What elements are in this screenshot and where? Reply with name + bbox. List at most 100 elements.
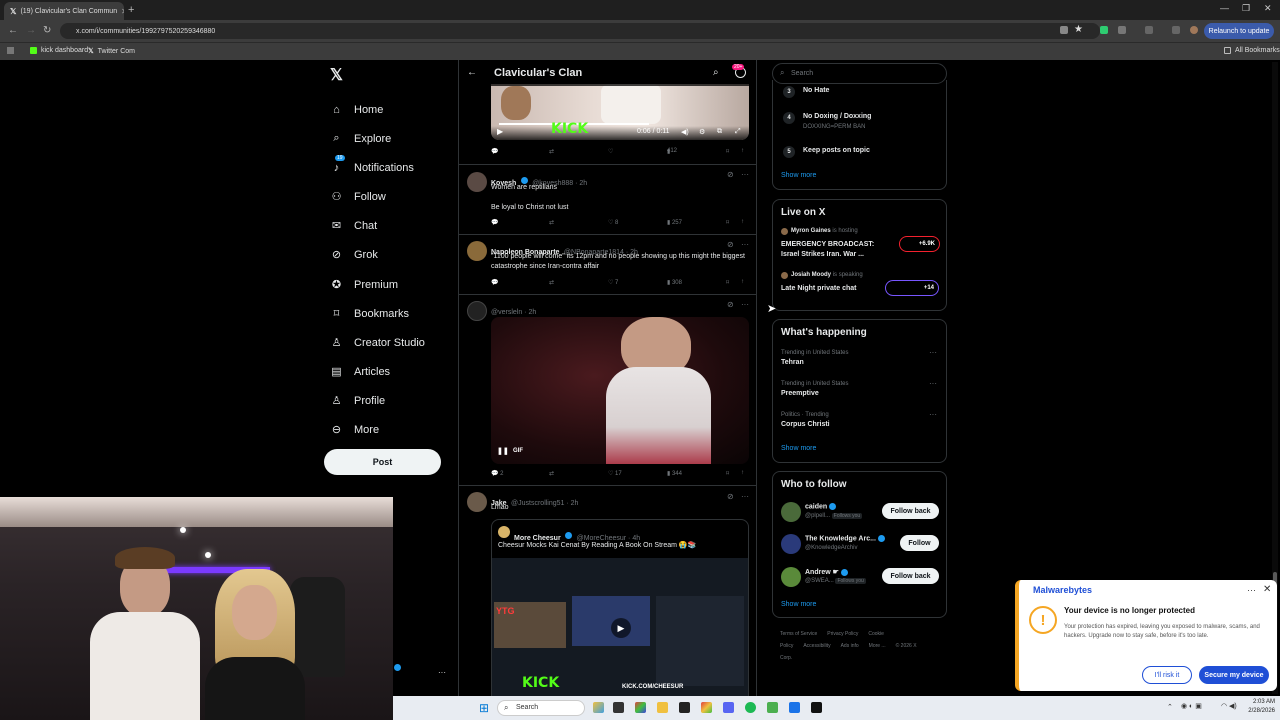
- browser-tab[interactable]: 𝕏 (19) Clavicular's Clan Commun ✕: [4, 2, 124, 20]
- tray-chevron-icon[interactable]: ⌃: [1167, 703, 1173, 711]
- views-count[interactable]: ▮ 308: [667, 279, 682, 286]
- post-button[interactable]: Post: [324, 449, 441, 475]
- more-icon[interactable]: ···: [929, 410, 937, 419]
- extensions-icon[interactable]: [1118, 26, 1126, 34]
- footer-link[interactable]: Accessibility: [803, 643, 830, 649]
- like-count[interactable]: ♡ 7: [608, 279, 618, 286]
- footer-link[interactable]: Terms of Service: [780, 631, 817, 637]
- follow-button[interactable]: Follow: [900, 535, 939, 551]
- quote-video[interactable]: YTG ▶ KICK KICK.COM/CHEESUR: [492, 558, 748, 696]
- reload-icon[interactable]: ↻: [43, 25, 51, 36]
- quote-tweet[interactable]: More Cheesur @MoreCheesur · 4h Cheesur M…: [491, 519, 749, 696]
- follow-button[interactable]: Follow back: [882, 568, 939, 584]
- sidebar-item-profile[interactable]: ♙ Profile: [330, 394, 386, 408]
- sidebar-item-explore[interactable]: ⌕ Explore: [330, 132, 391, 145]
- clock-date[interactable]: 2/28/2026: [1239, 708, 1275, 714]
- bookmark-icon[interactable]: ⌑: [726, 148, 729, 155]
- tray-icons[interactable]: ◉ ◐ ▣: [1181, 702, 1221, 712]
- more-icon[interactable]: ···: [741, 240, 749, 249]
- volume-icon[interactable]: ◀): [681, 128, 689, 136]
- show-more-link[interactable]: Show more: [781, 172, 816, 179]
- more-icon[interactable]: ···: [929, 379, 937, 388]
- share-icon[interactable]: ↑: [741, 279, 744, 285]
- sidebar-item-home[interactable]: ⌂ Home: [330, 103, 383, 116]
- tab-close-icon[interactable]: ✕: [121, 7, 124, 16]
- like-count[interactable]: ♡ 17: [608, 470, 622, 477]
- play-icon[interactable]: ▶: [497, 127, 503, 136]
- back-arrow-icon[interactable]: ←: [467, 67, 477, 78]
- more-icon[interactable]: ···: [1247, 585, 1256, 595]
- fullscreen-icon[interactable]: ⤢: [735, 128, 741, 136]
- repost-icon[interactable]: ⇄: [549, 279, 554, 286]
- share-icon[interactable]: ↑: [741, 470, 744, 476]
- reply-icon[interactable]: 💬: [491, 279, 498, 286]
- chrome-icon[interactable]: [701, 702, 712, 713]
- close-window-icon[interactable]: ✕: [1264, 3, 1272, 14]
- app-icon[interactable]: [789, 702, 800, 713]
- grok-icon[interactable]: ⊘: [727, 170, 734, 179]
- windows-start-icon[interactable]: ⊞: [479, 701, 489, 715]
- bookmark-twitter[interactable]: 𝕏 Twitter Com: [88, 47, 135, 56]
- wifi-icon[interactable]: ◠ ◀): [1221, 702, 1237, 710]
- like-icon[interactable]: ♡: [608, 148, 613, 155]
- taskview-icon[interactable]: [613, 702, 624, 713]
- footer-link[interactable]: Ads info: [841, 643, 859, 649]
- avatar[interactable]: [467, 241, 487, 261]
- url-bar[interactable]: x.com/i/communities/1992797520259346880: [60, 23, 1100, 39]
- sidebar-item-notifications[interactable]: ♪ Notifications 19: [330, 155, 414, 174]
- search-icon[interactable]: ⌕: [713, 67, 719, 78]
- reply-count[interactable]: 💬 2: [491, 470, 503, 477]
- secure-device-button[interactable]: Secure my device: [1199, 666, 1269, 684]
- views-count[interactable]: ▮ 344: [667, 470, 682, 477]
- play-icon[interactable]: ▶: [611, 618, 631, 638]
- bookmark-icon[interactable]: ⌑: [726, 470, 729, 477]
- settings-icon[interactable]: ⚙: [699, 128, 705, 136]
- gif-media[interactable]: ❚❚ GIF: [491, 317, 749, 464]
- sidebar-item-premium[interactable]: ✪ Premium: [330, 278, 398, 292]
- media-icon[interactable]: [1172, 26, 1180, 34]
- x-logo-icon[interactable]: 𝕏: [330, 65, 343, 85]
- pause-icon[interactable]: ❚❚: [497, 447, 509, 455]
- app-icon[interactable]: [767, 702, 778, 713]
- grok-icon[interactable]: ⊘: [727, 240, 734, 249]
- footer-link[interactable]: Privacy Policy: [827, 631, 858, 637]
- grok-icon[interactable]: ⊘: [727, 300, 734, 309]
- terminal-icon[interactable]: [811, 702, 822, 713]
- reply-icon[interactable]: 💬: [491, 219, 498, 226]
- clock-time[interactable]: 2:03 AM: [1239, 699, 1275, 705]
- sidepanel-icon[interactable]: [1145, 26, 1153, 34]
- obs-icon[interactable]: [679, 702, 690, 713]
- live-listeners[interactable]: +14: [885, 280, 939, 296]
- show-more-link[interactable]: Show more: [781, 445, 816, 452]
- avatar[interactable]: [467, 492, 487, 512]
- explorer-icon[interactable]: [657, 702, 668, 713]
- sidebar-item-chat[interactable]: ✉ Chat: [330, 219, 377, 233]
- video-player[interactable]: ▶ KICK 0:06 / 0:11 ◀) ⚙ ⧉ ⤢: [491, 84, 749, 140]
- widgets-icon[interactable]: [593, 702, 604, 713]
- bookmark-icon[interactable]: ⌑: [726, 219, 729, 226]
- repost-icon[interactable]: ⇄: [549, 219, 554, 226]
- sidebar-item-more[interactable]: ⊖ More: [330, 423, 379, 437]
- chrome-icon[interactable]: [635, 702, 646, 713]
- sidebar-item-articles[interactable]: ▤ Articles: [330, 365, 390, 379]
- sidebar-item-follow[interactable]: ⚇ Follow: [330, 190, 386, 204]
- share-icon[interactable]: ↑: [741, 148, 744, 154]
- footer-link[interactable]: More ...: [869, 643, 886, 649]
- new-tab-icon[interactable]: +: [128, 4, 134, 16]
- sidebar-item-grok[interactable]: ⊘ Grok: [330, 248, 378, 262]
- grok-icon[interactable]: ⊘: [727, 492, 734, 501]
- author-handle[interactable]: @Justscrolling51 · 2h: [511, 500, 578, 507]
- like-count[interactable]: ♡ 8: [608, 219, 618, 226]
- live-listeners[interactable]: +6.9K: [899, 236, 940, 252]
- risk-it-button[interactable]: I'll risk it: [1142, 666, 1192, 684]
- discord-icon[interactable]: [723, 702, 734, 713]
- star-icon[interactable]: ★: [1074, 24, 1083, 35]
- avatar[interactable]: [781, 534, 801, 554]
- taskbar-search[interactable]: ⌕ Search: [497, 700, 585, 716]
- repost-icon[interactable]: ⇄: [549, 148, 554, 155]
- back-icon[interactable]: ←: [8, 25, 18, 36]
- views-count[interactable]: ▮ 257: [667, 219, 682, 226]
- forward-icon[interactable]: →: [26, 25, 36, 36]
- pip-icon[interactable]: ⧉: [717, 128, 722, 136]
- avatar[interactable]: [467, 301, 487, 321]
